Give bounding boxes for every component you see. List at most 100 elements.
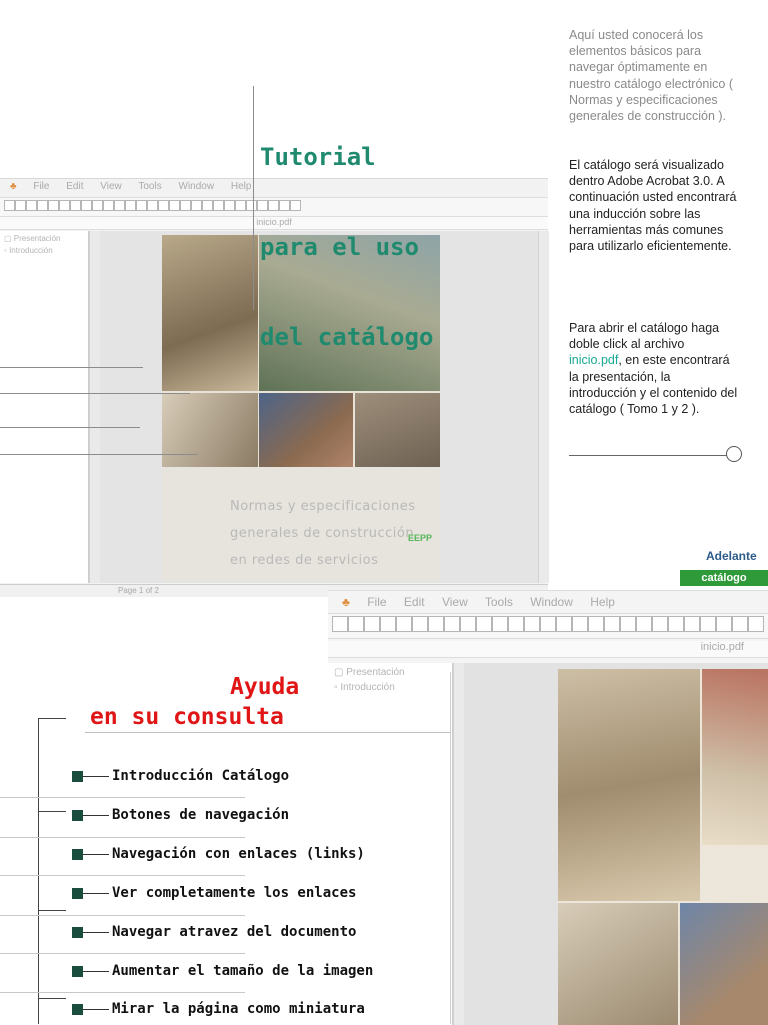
toolbar-button[interactable] <box>444 616 460 632</box>
toolbar-button[interactable] <box>604 616 620 632</box>
document-view-2 <box>464 663 768 1025</box>
bookmark-presentacion-2[interactable]: ▢ Presentación <box>328 663 452 682</box>
menu-window[interactable]: Window <box>179 181 215 192</box>
toolbar-button[interactable] <box>15 200 26 211</box>
para3-text: Para abrir el catálogo haga doble click … <box>569 321 720 352</box>
toolbar-button[interactable] <box>136 200 147 211</box>
toolbar-button[interactable] <box>508 616 524 632</box>
menu-tools-2[interactable]: Tools <box>485 595 513 609</box>
pointer-line-vertical <box>253 86 254 310</box>
toolbar-button[interactable] <box>103 200 114 211</box>
toolbar-button[interactable] <box>732 616 748 632</box>
toolbar-button[interactable] <box>125 200 136 211</box>
bookmark-presentacion[interactable]: ▢ Presentación <box>0 231 88 246</box>
pointer-line-2 <box>0 393 190 394</box>
toolbar-button[interactable] <box>588 616 604 632</box>
toolbar-button[interactable] <box>180 200 191 211</box>
toolbar-button[interactable] <box>37 200 48 211</box>
toolbar-button[interactable] <box>668 616 684 632</box>
pointer-line-3 <box>0 427 140 428</box>
toolbar-button[interactable] <box>92 200 103 211</box>
bookmark-label: Introducción <box>9 246 53 255</box>
cover-photo-building-2 <box>702 669 768 845</box>
menu-window-2[interactable]: Window <box>530 595 573 609</box>
toolbar-button[interactable] <box>716 616 732 632</box>
toolbar-button[interactable] <box>147 200 158 211</box>
menu-view-2[interactable]: View <box>442 595 468 609</box>
toolbar-button[interactable] <box>26 200 37 211</box>
menu-edit[interactable]: Edit <box>66 181 83 192</box>
bookmarks-scrollbar[interactable] <box>89 231 100 583</box>
toolbar-button[interactable] <box>70 200 81 211</box>
toolbar-button[interactable] <box>556 616 572 632</box>
toolbar-button[interactable] <box>396 616 412 632</box>
toolbar-button[interactable] <box>235 200 246 211</box>
toolbar-button[interactable] <box>572 616 588 632</box>
menu-help-2[interactable]: Help <box>590 595 615 609</box>
menu-tools[interactable]: Tools <box>138 181 161 192</box>
bracket-line <box>38 718 39 1024</box>
toolbar-button[interactable] <box>59 200 70 211</box>
cover-photo-pole <box>162 393 258 467</box>
bookmarks-scrollbar-2[interactable] <box>453 663 464 1025</box>
toolbar-button[interactable] <box>114 200 125 211</box>
menu-view[interactable]: View <box>100 181 122 192</box>
toolbar-button[interactable] <box>540 616 556 632</box>
toolbar-button[interactable] <box>169 200 180 211</box>
toolbar-button[interactable] <box>4 200 15 211</box>
toolbar-button[interactable] <box>620 616 636 632</box>
bullet-dash <box>83 854 109 855</box>
toolbar-button[interactable] <box>428 616 444 632</box>
page-indicator: Page 1 of 2 <box>118 586 159 595</box>
help-panel-border <box>450 672 451 1024</box>
slider-handle-icon[interactable] <box>726 446 742 462</box>
catalog-button[interactable]: catálogo <box>680 570 768 586</box>
bullet-square-icon <box>72 966 83 977</box>
toolbar-button[interactable] <box>476 616 492 632</box>
toolbar-button[interactable] <box>246 200 257 211</box>
menu-edit-2[interactable]: Edit <box>404 595 425 609</box>
toolbar-button[interactable] <box>412 616 428 632</box>
bookmarks-panel: ▢ Presentación ▫ Introducción <box>0 231 89 583</box>
acrobat-logo-icon: ♣ <box>10 181 17 192</box>
toolbar-button[interactable] <box>81 200 92 211</box>
menu-file-2[interactable]: File <box>367 595 386 609</box>
tutorial-title-line2: para el uso <box>260 233 419 261</box>
toolbar-button[interactable] <box>748 616 764 632</box>
toolbar-button[interactable] <box>158 200 169 211</box>
next-button[interactable]: Adelante <box>706 549 757 563</box>
help-menu-panel: Introducción Catálogo Botones de navegac… <box>0 718 450 1024</box>
acrobat-menubar: ♣ File Edit View Tools Window Help <box>0 181 265 197</box>
bookmark-introduccion-2[interactable]: ▫ Introducción <box>328 682 452 693</box>
help-item-label: Mirar la página como miniatura <box>112 1001 365 1017</box>
toolbar-button[interactable] <box>380 616 396 632</box>
cover-line-1: Normas y especificaciones <box>230 499 416 514</box>
help-title-underline <box>85 732 451 733</box>
toolbar-button[interactable] <box>191 200 202 211</box>
toolbar-button[interactable] <box>492 616 508 632</box>
bookmark-label-2: Presentación <box>346 667 405 678</box>
toolbar-button[interactable] <box>700 616 716 632</box>
toolbar-button[interactable] <box>652 616 668 632</box>
toolbar-button[interactable] <box>524 616 540 632</box>
toolbar-button[interactable] <box>48 200 59 211</box>
document-titlebar-2: inicio.pdf <box>328 641 768 658</box>
menu-file[interactable]: File <box>33 181 49 192</box>
toolbar-button[interactable] <box>348 616 364 632</box>
separator <box>0 875 245 876</box>
toolbar-button[interactable] <box>332 616 348 632</box>
cover-photo-pole-2 <box>558 903 678 1025</box>
bookmark-introduccion[interactable]: ▫ Introducción <box>0 246 88 255</box>
toolbar-button[interactable] <box>364 616 380 632</box>
toolbar-button[interactable] <box>636 616 652 632</box>
menu-help[interactable]: Help <box>231 181 252 192</box>
bookmark-label-2: Introducción <box>340 682 395 693</box>
toolbar-button[interactable] <box>202 200 213 211</box>
toolbar-button[interactable] <box>224 200 235 211</box>
toolbar-button[interactable] <box>684 616 700 632</box>
inicio-pdf-link[interactable]: inicio.pdf <box>569 353 618 367</box>
tutorial-title-line3: del catálogo <box>260 323 434 351</box>
toolbar-button[interactable] <box>213 200 224 211</box>
toolbar-button[interactable] <box>460 616 476 632</box>
document-scrollbar[interactable] <box>538 231 549 583</box>
